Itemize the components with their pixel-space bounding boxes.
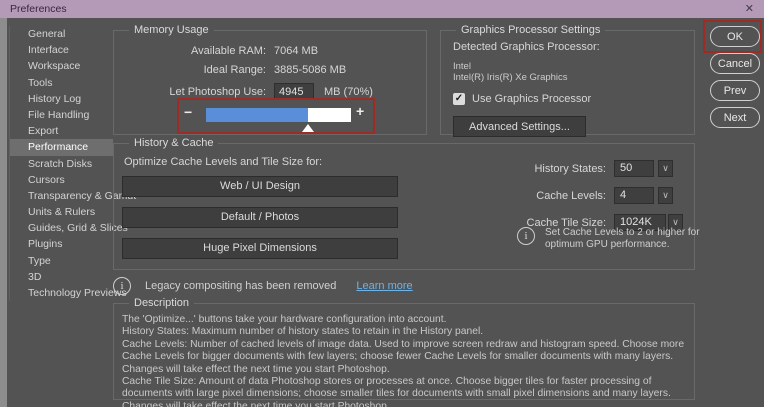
sidebar-item-file-handling[interactable]: File Handling: [10, 107, 113, 123]
description-line: The 'Optimize...' buttons take your hard…: [122, 314, 686, 326]
learn-more-link[interactable]: Learn more: [356, 280, 412, 292]
sidebar-item-general[interactable]: General: [10, 26, 113, 42]
description-legend: Description: [129, 297, 194, 309]
preset-huge-pixel-dimensions-button[interactable]: Huge Pixel Dimensions: [122, 238, 398, 259]
advanced-settings-button[interactable]: Advanced Settings...: [453, 116, 586, 137]
sidebar-item-workspace[interactable]: Workspace: [10, 58, 113, 74]
sidebar-item-units-rulers[interactable]: Units & Rulers: [10, 204, 113, 220]
sidebar-item-plugins[interactable]: Plugins: [10, 236, 113, 252]
preset-default-photos-button[interactable]: Default / Photos: [122, 207, 398, 228]
sidebar-item-scratch-disks[interactable]: Scratch Disks: [10, 156, 113, 172]
gpu-vendor: Intel: [453, 61, 682, 72]
memory-slider-track[interactable]: [206, 108, 351, 122]
sidebar-item-export[interactable]: Export: [10, 123, 113, 139]
sidebar-item-tools[interactable]: Tools: [10, 75, 113, 91]
ideal-range-value: 3885-5086 MB: [274, 64, 346, 76]
cancel-button[interactable]: Cancel: [710, 53, 760, 74]
optimize-label: Optimize Cache Levels and Tile Size for:: [124, 156, 322, 168]
history-states-value[interactable]: 50: [614, 160, 654, 177]
history-cache-legend: History & Cache: [129, 137, 218, 149]
sidebar-item-technology-previews[interactable]: Technology Previews: [10, 285, 113, 301]
available-ram-row: Available RAM: 7064 MB: [114, 45, 426, 57]
description-line: History States: Maximum number of histor…: [122, 326, 686, 338]
use-gpu-checkbox[interactable]: ✓: [453, 93, 465, 105]
memory-usage-legend: Memory Usage: [129, 24, 214, 36]
action-buttons: OK Cancel Prev Next: [710, 26, 760, 134]
legacy-compositing-text: Legacy compositing has been removed: [145, 280, 336, 292]
titlebar: Preferences ✕: [0, 0, 764, 18]
cache-levels-row: Cache Levels: 4 ∨: [466, 187, 683, 204]
sidebar-item-interface[interactable]: Interface: [10, 42, 113, 58]
history-cache-panel: History & Cache Optimize Cache Levels an…: [113, 143, 695, 270]
memory-decrease-button[interactable]: −: [184, 104, 192, 120]
description-line: Cache Tile Size: Amount of data Photosho…: [122, 376, 686, 407]
prev-button[interactable]: Prev: [710, 80, 760, 101]
ideal-range-row: Ideal Range: 3885-5086 MB: [114, 64, 426, 76]
detected-gpu-label: Detected Graphics Processor:: [453, 41, 682, 53]
graphics-settings-panel: Graphics Processor Settings Detected Gra…: [440, 30, 695, 135]
sidebar-item-type[interactable]: Type: [10, 253, 113, 269]
available-ram-value: 7064 MB: [274, 45, 318, 57]
memory-usage-panel: Memory Usage Available RAM: 7064 MB Idea…: [113, 30, 427, 135]
ideal-range-label: Ideal Range:: [114, 64, 266, 76]
next-button[interactable]: Next: [710, 107, 760, 128]
ok-button[interactable]: OK: [710, 26, 760, 47]
sidebar-item-guides-grid-slices[interactable]: Guides, Grid & Slices: [10, 220, 113, 236]
cache-levels-chevron-down-icon[interactable]: ∨: [658, 187, 673, 204]
legacy-compositing-row: i Legacy compositing has been removed Le…: [113, 277, 413, 295]
description-line: Cache Levels: Number of cached levels of…: [122, 339, 686, 376]
history-states-row: History States: 50 ∨: [466, 160, 683, 177]
memory-slider-fill: [206, 108, 308, 122]
cache-levels-value[interactable]: 4: [614, 187, 654, 204]
gpu-name: Intel(R) Iris(R) Xe Graphics: [453, 72, 682, 83]
gpu-tip-text: Set Cache Levels to 2 or higher for opti…: [545, 227, 725, 251]
memory-percent-suffix: MB (70%): [324, 86, 373, 98]
graphics-settings-legend: Graphics Processor Settings: [456, 24, 605, 36]
sidebar-item-cursors[interactable]: Cursors: [10, 172, 113, 188]
history-states-chevron-down-icon[interactable]: ∨: [658, 160, 673, 177]
description-panel: Description The 'Optimize...' buttons ta…: [113, 303, 695, 400]
cache-levels-label: Cache Levels:: [466, 190, 606, 202]
check-icon: ✓: [455, 93, 463, 105]
sidebar-item-transparency-gamut[interactable]: Transparency & Gamut: [10, 188, 113, 204]
sidebar-item-3d[interactable]: 3D: [10, 269, 113, 285]
sidebar-item-performance[interactable]: Performance: [10, 139, 113, 155]
use-gpu-label: Use Graphics Processor: [472, 93, 591, 105]
preferences-dialog: Preferences ✕ General Interface Workspac…: [0, 0, 764, 407]
info-icon: i: [517, 227, 535, 245]
info-icon: i: [113, 277, 131, 295]
preset-web-ui-design-button[interactable]: Web / UI Design: [122, 176, 398, 197]
gpu-info: Intel Intel(R) Iris(R) Xe Graphics: [453, 61, 682, 83]
left-edge-strip: [0, 18, 7, 407]
memory-increase-button[interactable]: +: [356, 103, 364, 119]
sidebar: General Interface Workspace Tools Histor…: [9, 26, 113, 301]
sidebar-item-history-log[interactable]: History Log: [10, 91, 113, 107]
available-ram-label: Available RAM:: [114, 45, 266, 57]
use-gpu-checkbox-row[interactable]: ✓ Use Graphics Processor: [453, 93, 682, 105]
gpu-tip: i Set Cache Levels to 2 or higher for op…: [517, 227, 725, 251]
memory-amount-input[interactable]: [274, 83, 314, 100]
window-title: Preferences: [10, 3, 67, 15]
memory-slider-thumb[interactable]: [302, 124, 314, 132]
let-photoshop-use-label: Let Photoshop Use:: [114, 86, 266, 98]
let-photoshop-use-row: Let Photoshop Use: MB (70%): [114, 83, 426, 100]
close-icon[interactable]: ✕: [745, 0, 754, 18]
history-states-label: History States:: [466, 163, 606, 175]
